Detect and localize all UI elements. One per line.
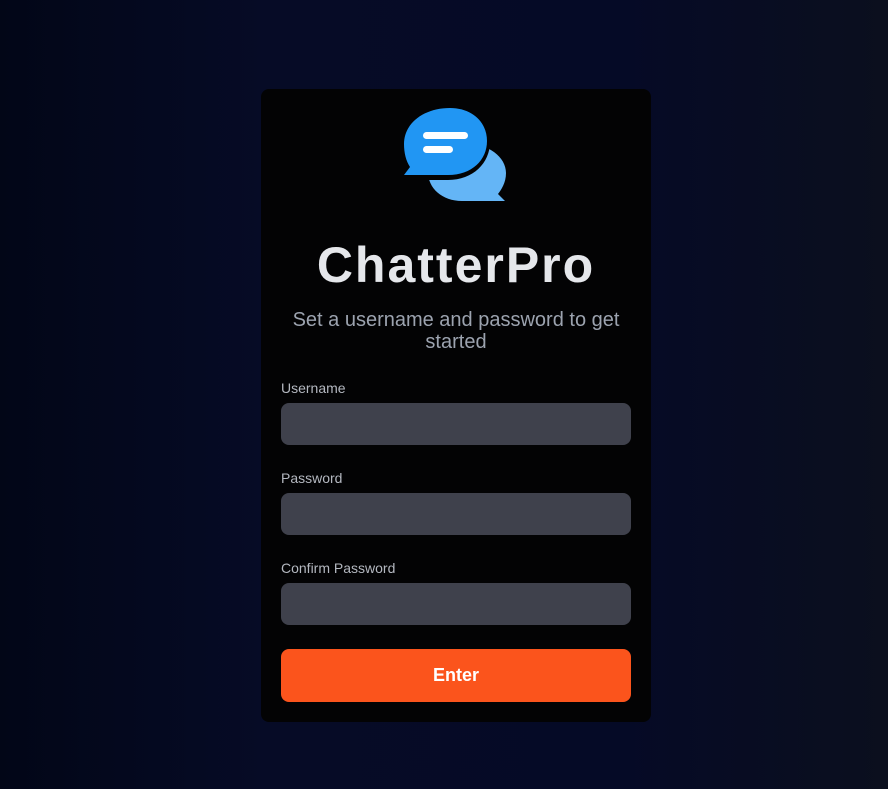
chat-bubbles-icon: [404, 108, 508, 204]
password-field[interactable]: [281, 493, 631, 535]
password-label: Password: [281, 470, 343, 486]
username-field[interactable]: [281, 403, 631, 445]
confirm-password-label: Confirm Password: [281, 560, 396, 576]
page-subtitle: Set a username and password to get start…: [292, 309, 620, 353]
app-title: ChatterPro: [316, 237, 596, 293]
enter-button[interactable]: Enter: [281, 649, 631, 702]
signup-card: ChatterPro Set a username and password t…: [261, 89, 651, 722]
confirm-password-field[interactable]: [281, 583, 631, 625]
username-label: Username: [281, 380, 346, 396]
